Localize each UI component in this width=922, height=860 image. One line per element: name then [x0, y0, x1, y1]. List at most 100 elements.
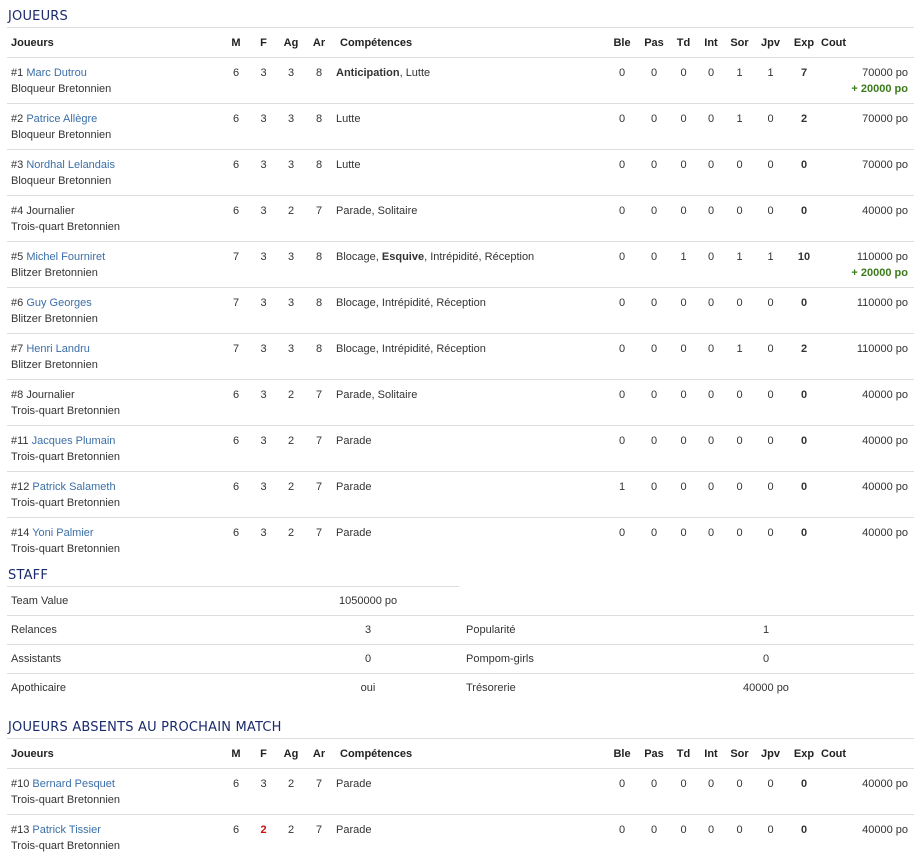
player-cell: #2 Patrice AllègreBloqueur Bretonnien [7, 104, 225, 150]
column-header: Jpv [754, 739, 787, 769]
column-header: Ar [302, 28, 336, 58]
stat-ar: 7 [302, 380, 336, 426]
stat-pas: 0 [638, 242, 670, 288]
skills-cell: Blocage, Intrépidité, Réception [336, 288, 606, 334]
stat-exp: 0 [787, 196, 821, 242]
column-header: Cout [821, 28, 914, 58]
stat-m: 6 [225, 58, 247, 104]
stat-m: 6 [225, 380, 247, 426]
stat-f: 3 [247, 426, 280, 472]
player-identity: #7 Henri Landru [11, 341, 225, 357]
player-name-link[interactable]: Bernard Pesquet [32, 778, 115, 790]
team-value: 1050000 po [298, 587, 618, 616]
player-number: #14 [11, 527, 29, 539]
player-name-link[interactable]: Patrick Tissier [32, 824, 100, 836]
skill: Parade [336, 205, 371, 217]
stat-int: 0 [697, 196, 725, 242]
column-header: Sor [725, 739, 754, 769]
skill: Parade [336, 481, 371, 493]
stat-ag: 2 [280, 426, 302, 472]
skill: Solitaire [378, 205, 418, 217]
player-position: Bloqueur Bretonnien [11, 173, 225, 189]
player-identity: #1 Marc Dutrou [11, 65, 225, 81]
cost-cell: 40000 po [821, 196, 914, 242]
stat-sor: 1 [725, 58, 754, 104]
player-cost: 40000 po [821, 387, 908, 403]
player-position: Blitzer Bretonnien [11, 265, 225, 281]
stat-f: 3 [247, 380, 280, 426]
stat-m: 6 [225, 769, 247, 815]
player-cost: 110000 po [821, 341, 908, 357]
player-name-link[interactable]: Patrice Allègre [26, 113, 97, 125]
stat-ble: 0 [606, 518, 638, 564]
staff-value: 0 [618, 645, 914, 674]
section-title-absent: JOUEURS ABSENTS AU PROCHAIN MATCH [8, 720, 282, 735]
staff-label: Trésorerie [438, 674, 618, 703]
player-row: #6 Guy GeorgesBlitzer Bretonnien7338Bloc… [7, 288, 914, 334]
column-header: Jpv [754, 28, 787, 58]
player-name-link[interactable]: Yoni Palmier [32, 527, 93, 539]
stat-pas: 0 [638, 58, 670, 104]
staff-row: ApothicaireouiTrésorerie40000 po [7, 674, 914, 703]
stat-m: 6 [225, 104, 247, 150]
player-identity: #8 Journalier [11, 387, 225, 403]
stat-f: 3 [247, 196, 280, 242]
staff-value: oui [298, 674, 438, 703]
stat-ar: 8 [302, 150, 336, 196]
player-name-link[interactable]: Patrick Salameth [32, 481, 115, 493]
stat-ag: 3 [280, 150, 302, 196]
player-name-link[interactable]: Guy Georges [26, 297, 91, 309]
stat-ar: 7 [302, 472, 336, 518]
stat-jpv: 1 [754, 242, 787, 288]
player-cell: #10 Bernard PesquetTrois-quart Bretonnie… [7, 769, 225, 815]
stat-ar: 8 [302, 288, 336, 334]
player-name-link[interactable]: Marc Dutrou [26, 67, 87, 79]
player-name-link[interactable]: Nordhal Lelandais [26, 159, 115, 171]
stat-ble: 0 [606, 196, 638, 242]
stat-exp: 2 [787, 104, 821, 150]
stat-ble: 0 [606, 288, 638, 334]
stat-m: 6 [225, 150, 247, 196]
player-name-link[interactable]: Michel Fourniret [26, 251, 105, 263]
stat-f: 3 [247, 58, 280, 104]
player-name-link[interactable]: Henri Landru [26, 343, 90, 355]
stat-td: 0 [670, 472, 697, 518]
stat-exp: 2 [787, 334, 821, 380]
player-identity: #5 Michel Fourniret [11, 249, 225, 265]
player-row: #12 Patrick SalamethTrois-quart Bretonni… [7, 472, 914, 518]
skill: Intrépidité [430, 251, 478, 263]
column-header: Joueurs [7, 28, 225, 58]
player-cost: 70000 po [821, 65, 908, 81]
stat-jpv: 0 [754, 334, 787, 380]
stat-td: 0 [670, 288, 697, 334]
player-cell: #14 Yoni PalmierTrois-quart Bretonnien [7, 518, 225, 564]
players-table: JoueursMFAgArCompétencesBlePasTdIntSorJp… [7, 27, 914, 563]
stat-ag: 3 [280, 334, 302, 380]
stat-td: 0 [670, 150, 697, 196]
player-identity: #11 Jacques Plumain [11, 433, 225, 449]
stat-jpv: 0 [754, 196, 787, 242]
stat-int: 0 [697, 815, 725, 860]
cost-cell: 40000 po [821, 518, 914, 564]
stat-f: 2 [247, 815, 280, 860]
player-number: #10 [11, 778, 29, 790]
staff-label: Relances [7, 616, 298, 645]
stat-m: 6 [225, 472, 247, 518]
staff-row: Assistants0Pompom-girls0 [7, 645, 914, 674]
player-name-link[interactable]: Jacques Plumain [32, 435, 116, 447]
stat-pas: 0 [638, 426, 670, 472]
stat-exp: 0 [787, 288, 821, 334]
stat-pas: 0 [638, 288, 670, 334]
stat-sor: 0 [725, 815, 754, 860]
stat-exp: 0 [787, 380, 821, 426]
absent-players-table: JoueursMFAgArCompétencesBlePasTdIntSorJp… [7, 738, 914, 860]
stat-exp: 0 [787, 150, 821, 196]
player-cell: #7 Henri LandruBlitzer Bretonnien [7, 334, 225, 380]
cost-cell: 110000 po [821, 334, 914, 380]
stat-m: 6 [225, 518, 247, 564]
skill: Blocage [336, 251, 376, 263]
stat-jpv: 0 [754, 150, 787, 196]
column-header: M [225, 28, 247, 58]
stat-ag: 3 [280, 288, 302, 334]
stat-jpv: 0 [754, 426, 787, 472]
